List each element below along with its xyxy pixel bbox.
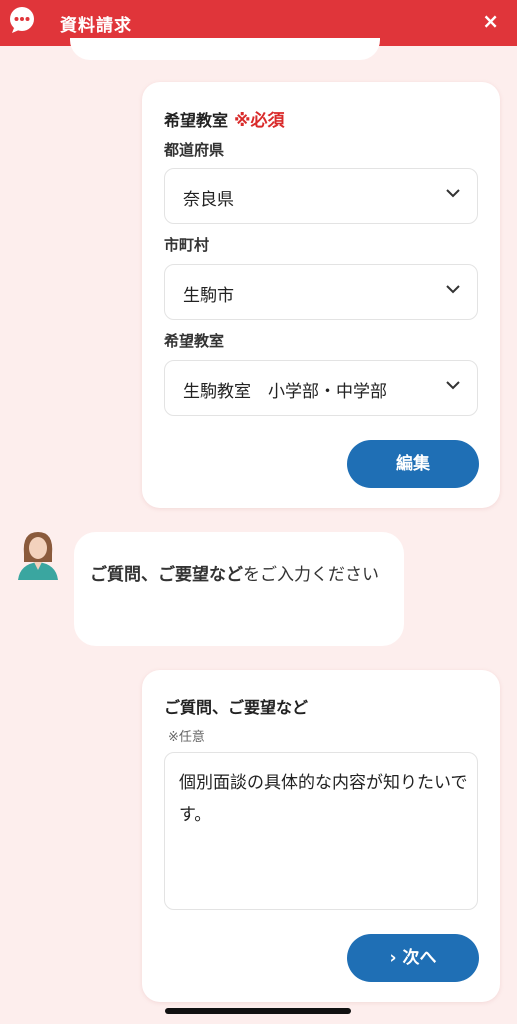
- required-badge: ※必須: [234, 111, 285, 131]
- optional-note: ※任意: [168, 730, 205, 745]
- prefecture-select[interactable]: 奈良県: [164, 168, 478, 224]
- chat-bubble-icon: [10, 7, 34, 33]
- classroom-heading-label: 希望教室: [164, 111, 229, 130]
- question-card: ご質問、ご要望など ※任意 個別面談の具体的な内容が知りたいです。 › 次へ: [142, 670, 500, 1002]
- chevron-down-icon: [446, 381, 460, 390]
- edit-button[interactable]: 編集: [347, 440, 479, 488]
- prefecture-label: 都道府県: [164, 141, 225, 159]
- city-label: 市町村: [164, 236, 210, 254]
- bot-message-text: ご質問、ご要望などをご入力ください: [90, 558, 390, 592]
- bot-message-rest: をご入力ください: [243, 565, 379, 585]
- bot-message-bold: ご質問、ご要望など: [90, 565, 243, 585]
- city-value: 生駒市: [183, 286, 234, 306]
- previous-message-bubble: [70, 38, 380, 60]
- prefecture-value: 奈良県: [183, 190, 234, 210]
- operator-avatar: [18, 532, 58, 580]
- city-select[interactable]: 生駒市: [164, 264, 478, 320]
- question-heading: ご質問、ご要望など: [164, 698, 309, 717]
- school-select[interactable]: 生駒教室 小学部・中学部: [164, 360, 478, 416]
- school-label: 希望教室: [164, 332, 225, 350]
- question-textarea-value: 個別面談の具体的な内容が知りたいです。: [179, 773, 468, 825]
- bot-message-bubble: ご質問、ご要望などをご入力ください: [74, 532, 404, 646]
- home-indicator: [165, 1008, 351, 1014]
- close-icon[interactable]: ×: [482, 9, 499, 33]
- next-button[interactable]: › 次へ: [347, 934, 479, 982]
- school-value: 生駒教室 小学部・中学部: [183, 382, 387, 402]
- classroom-heading: 希望教室 ※必須: [164, 106, 285, 131]
- question-textarea[interactable]: 個別面談の具体的な内容が知りたいです。: [164, 752, 478, 910]
- chevron-down-icon: [446, 285, 460, 294]
- header-title: 資料請求: [60, 16, 132, 36]
- chevron-down-icon: [446, 189, 460, 198]
- classroom-card: 希望教室 ※必須 都道府県 奈良県 市町村 生駒市 希望教室 生駒教室 小学部・中…: [142, 82, 500, 508]
